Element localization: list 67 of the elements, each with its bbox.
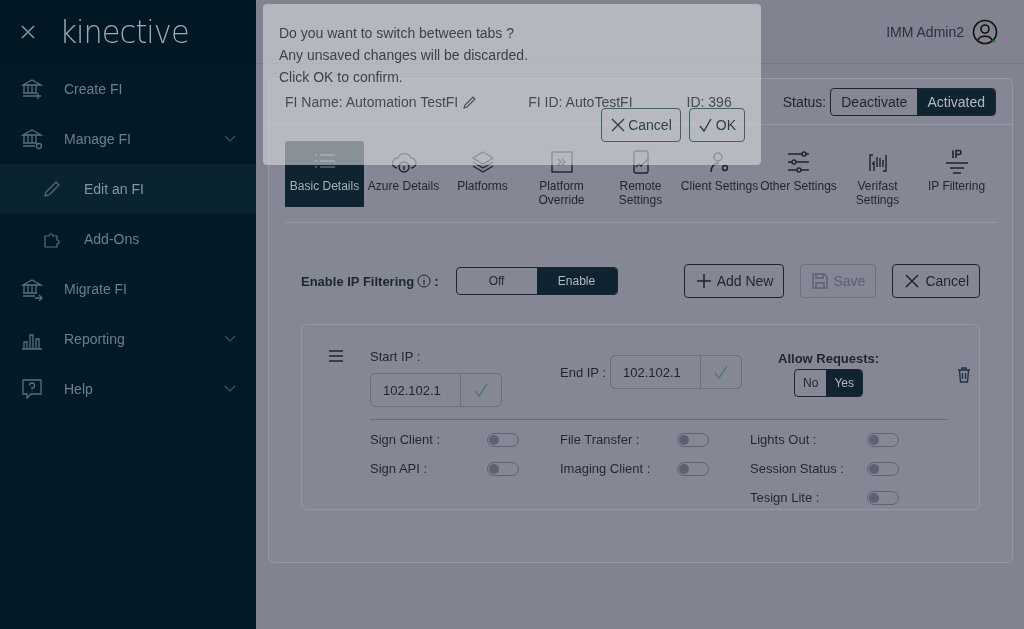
checkmark-icon[interactable] bbox=[473, 382, 489, 398]
help-icon bbox=[20, 377, 44, 401]
fi-id: FI ID: AutoTestFI bbox=[528, 93, 633, 110]
dialog-message: Any unsaved changes will be discarded. bbox=[279, 46, 530, 65]
plus-icon bbox=[694, 272, 713, 290]
close-icon[interactable] bbox=[20, 24, 36, 40]
switch-label: Tesign Lite : bbox=[750, 490, 820, 505]
bank-gear-icon bbox=[20, 127, 44, 151]
switch-label: File Transfer : bbox=[560, 432, 640, 447]
chevron-down-icon bbox=[224, 135, 236, 143]
cancel-button[interactable]: Cancel bbox=[892, 264, 980, 298]
tab[interactable]: Azure Details bbox=[364, 141, 443, 207]
close-icon bbox=[610, 117, 627, 133]
start-ip-field[interactable]: 102.102.1 bbox=[370, 373, 502, 407]
status-option[interactable]: Activated bbox=[917, 88, 995, 115]
status-label: Status: bbox=[782, 93, 827, 110]
start-ip-label: Start IP : bbox=[370, 349, 422, 364]
trash-icon[interactable] bbox=[957, 367, 971, 383]
tab[interactable]: Client Settings bbox=[680, 141, 759, 207]
switch-label: Sign Client : bbox=[370, 432, 441, 447]
dialog-message: Do you want to switch between tabs ? bbox=[279, 24, 516, 43]
switch-label: Session Status : bbox=[750, 461, 844, 476]
logo: kinective bbox=[59, 13, 189, 51]
record-id: ID: 396 bbox=[686, 93, 732, 110]
drag-handle-icon[interactable] bbox=[328, 349, 344, 363]
allow-requests-label: Allow Requests: bbox=[778, 351, 880, 366]
nav-subitem[interactable]: Edit an FI bbox=[0, 164, 256, 214]
toggle-option[interactable]: No bbox=[795, 370, 827, 396]
tab[interactable]: Verifast Settings bbox=[838, 141, 917, 207]
user-name: IMM Admin2 bbox=[886, 23, 964, 40]
cancel-button[interactable]: Cancel bbox=[601, 108, 681, 142]
ok-button[interactable]: OK bbox=[688, 108, 745, 142]
ip-filtering-label: Enable IP Filtering bbox=[301, 273, 415, 289]
colon: : bbox=[434, 273, 439, 289]
bank-plus-icon bbox=[20, 77, 44, 101]
tab[interactable]: Other Settings bbox=[759, 141, 838, 207]
switch-label: Lights Out : bbox=[750, 432, 817, 447]
dialog-message: Click OK to confirm. bbox=[279, 68, 404, 87]
fi-name: FI Name: Automation TestFI bbox=[285, 93, 459, 110]
end-ip-field[interactable]: 102.102.1 bbox=[610, 355, 742, 389]
end-ip-label: End IP : bbox=[560, 364, 606, 380]
nav-item[interactable]: Help bbox=[0, 364, 256, 414]
checkmark-icon[interactable] bbox=[713, 364, 729, 380]
switch-label: Sign API : bbox=[370, 461, 428, 476]
checkmark-icon bbox=[697, 117, 714, 133]
switch-label: Imaging Client : bbox=[560, 461, 651, 476]
chevron-down-icon bbox=[224, 385, 236, 393]
bank-arrow-icon bbox=[20, 277, 44, 301]
nav-item[interactable]: Migrate FI bbox=[0, 264, 256, 314]
nav-subitem[interactable]: Add-Ons bbox=[0, 214, 256, 264]
info-icon[interactable] bbox=[417, 274, 432, 288]
tab[interactable]: Basic Details bbox=[285, 141, 364, 207]
tab[interactable]: Platforms bbox=[443, 141, 522, 207]
tab[interactable]: IP Filtering bbox=[917, 141, 996, 207]
close-icon bbox=[903, 272, 922, 290]
nav-item[interactable]: Create FI bbox=[0, 64, 256, 114]
tab[interactable]: Remote Settings bbox=[601, 141, 680, 207]
tab[interactable]: Platform Override bbox=[522, 141, 601, 207]
nav-item[interactable]: Manage FI bbox=[0, 114, 256, 164]
chevron-down-icon bbox=[224, 335, 236, 343]
toggle-option[interactable]: Off bbox=[456, 268, 537, 294]
toggle-option[interactable]: Yes bbox=[826, 370, 863, 396]
nav-item[interactable]: Reporting bbox=[0, 314, 256, 364]
status-option[interactable]: Deactivate bbox=[831, 88, 918, 115]
user-avatar-icon[interactable] bbox=[972, 18, 998, 45]
add-button[interactable]: Add New bbox=[683, 264, 785, 298]
toggle-option[interactable]: Enable bbox=[536, 268, 617, 294]
